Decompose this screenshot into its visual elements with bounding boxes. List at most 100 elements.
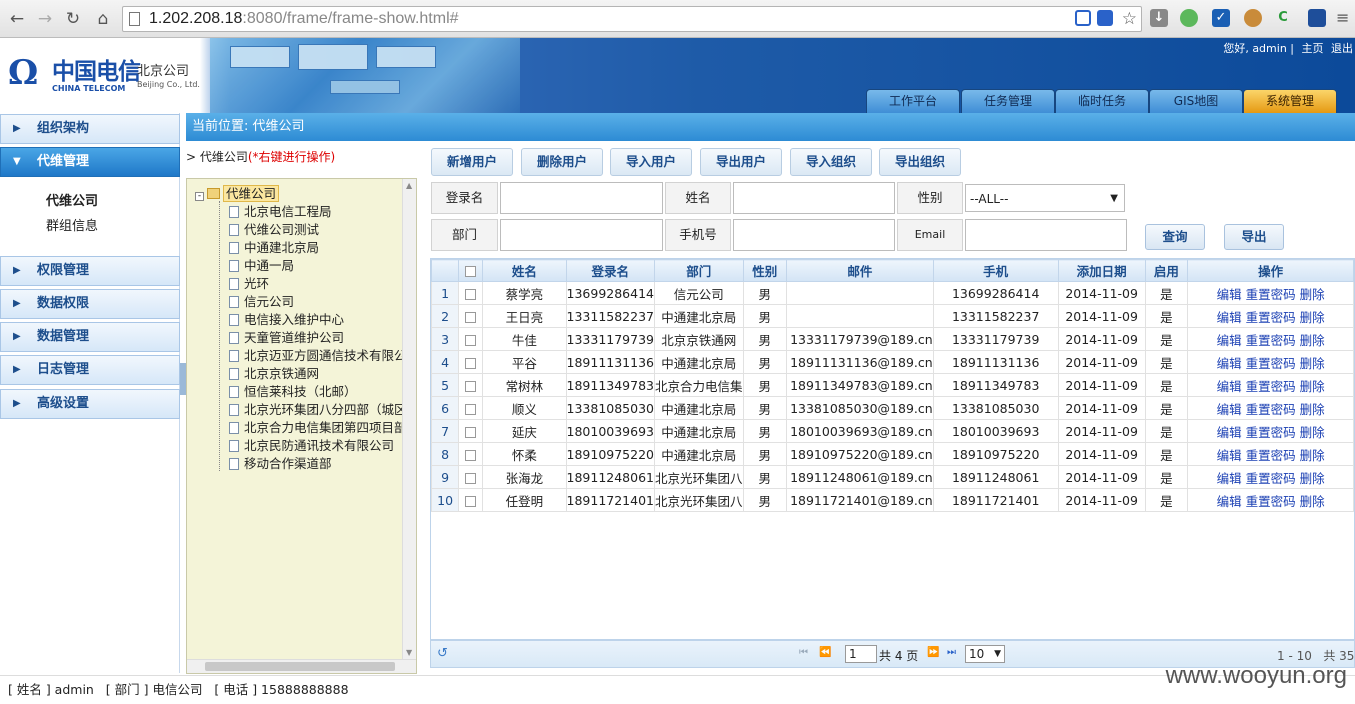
row-checkbox[interactable]	[465, 311, 477, 323]
sidebar-item-advanced[interactable]: ▶ 高级设置	[0, 389, 180, 419]
page-number-input[interactable]: 1	[845, 645, 877, 663]
tree-node[interactable]: 北京迈亚方圆通信技术有限公	[229, 347, 407, 365]
row-checkbox[interactable]	[465, 288, 477, 300]
phone-input[interactable]	[733, 219, 895, 251]
back-icon[interactable]: ←	[6, 8, 28, 30]
import-user-button[interactable]: 导入用户	[610, 148, 692, 176]
row-checkbox[interactable]	[465, 357, 477, 369]
status-dot-icon[interactable]	[1180, 9, 1198, 27]
name-input[interactable]	[733, 182, 895, 214]
row-select-cell[interactable]	[458, 396, 484, 420]
reset-password-link[interactable]: 重置密码	[1246, 379, 1296, 394]
collapse-icon[interactable]: -	[195, 192, 204, 201]
delete-link[interactable]: 删除	[1300, 448, 1325, 463]
delete-link[interactable]: 删除	[1300, 425, 1325, 440]
forward-icon[interactable]: →	[34, 8, 56, 30]
reset-password-link[interactable]: 重置密码	[1246, 310, 1296, 325]
tab-work-platform[interactable]: 工作平台	[866, 89, 960, 113]
edit-link[interactable]: 编辑	[1217, 471, 1242, 486]
sidebar-subitem-groups[interactable]: 群组信息	[46, 215, 98, 234]
column-header-email[interactable]: 邮件	[786, 259, 934, 282]
delete-link[interactable]: 删除	[1300, 379, 1325, 394]
select-all-checkbox[interactable]	[465, 266, 477, 277]
column-header-gender[interactable]: 性别	[742, 259, 788, 282]
reset-password-link[interactable]: 重置密码	[1246, 494, 1296, 509]
extension-window-icon[interactable]	[1308, 9, 1326, 27]
column-header-dept[interactable]: 部门	[654, 259, 744, 282]
row-select-cell[interactable]	[458, 327, 484, 351]
department-input[interactable]	[500, 219, 663, 251]
reset-password-link[interactable]: 重置密码	[1246, 333, 1296, 348]
delete-link[interactable]: 删除	[1300, 333, 1325, 348]
row-select-cell[interactable]	[458, 304, 484, 328]
tab-system-management[interactable]: 系统管理	[1243, 89, 1337, 113]
cookie-icon[interactable]	[1244, 9, 1262, 27]
export-button[interactable]: 导出	[1224, 224, 1284, 250]
row-checkbox[interactable]	[465, 495, 477, 507]
delete-link[interactable]: 删除	[1300, 356, 1325, 371]
logout-link[interactable]: 退出	[1331, 42, 1353, 55]
tree-node[interactable]: 代维公司测试	[229, 221, 319, 239]
delete-link[interactable]: 删除	[1300, 471, 1325, 486]
extension-c-icon[interactable]: C	[1274, 9, 1292, 27]
sidebar-item-data-management[interactable]: ▶ 数据管理	[0, 322, 180, 352]
tree-node[interactable]: 北京京铁通网	[229, 365, 319, 383]
refresh-icon[interactable]: ↺	[437, 646, 448, 661]
table-row[interactable]: 2 王日亮 13311582237 中通建北京局男 13311582237 2014-11…	[430, 304, 1354, 328]
row-checkbox[interactable]	[465, 380, 477, 392]
email-input[interactable]	[965, 219, 1127, 251]
tree-node[interactable]: 天童管道维护公司	[229, 329, 344, 347]
reset-password-link[interactable]: 重置密码	[1246, 356, 1296, 371]
table-row[interactable]: 8 怀柔 18910975220 中通建北京局男 18910975220@189.cn 1…	[430, 442, 1354, 466]
login-name-input[interactable]	[500, 182, 663, 214]
column-header-login[interactable]: 登录名	[565, 259, 656, 282]
row-checkbox[interactable]	[465, 334, 477, 346]
last-page-icon[interactable]: ⏭	[947, 647, 956, 658]
tree-node[interactable]: 北京电信工程局	[229, 203, 332, 221]
reset-password-link[interactable]: 重置密码	[1246, 402, 1296, 417]
select-all-header[interactable]	[458, 259, 484, 282]
tree-node[interactable]: 北京合力电信集团第四项目部	[229, 419, 407, 437]
gender-select[interactable]: --ALL-- ▼	[965, 184, 1125, 212]
tree-horizontal-scrollbar[interactable]	[187, 659, 416, 673]
delete-link[interactable]: 删除	[1300, 287, 1325, 302]
row-select-cell[interactable]	[458, 465, 484, 489]
reload-icon[interactable]: ↻	[62, 8, 84, 30]
shield-icon[interactable]	[1097, 10, 1113, 26]
row-select-cell[interactable]	[458, 442, 484, 466]
table-row[interactable]: 10 任登明 18911721401 北京光环集团八男 18911721401@189.…	[430, 488, 1354, 512]
edit-link[interactable]: 编辑	[1217, 402, 1242, 417]
edit-link[interactable]: 编辑	[1217, 425, 1242, 440]
menu-icon[interactable]: ≡	[1336, 8, 1352, 27]
tree-node[interactable]: 北京光环集团八分四部（城区	[229, 401, 407, 419]
sidebar-item-data-permissions[interactable]: ▶ 数据权限	[0, 289, 180, 319]
rss-icon[interactable]	[1075, 10, 1091, 26]
row-select-cell[interactable]	[458, 488, 484, 512]
row-checkbox[interactable]	[465, 426, 477, 438]
scroll-down-icon[interactable]: ▼	[406, 648, 412, 657]
home-link[interactable]: 主页	[1302, 42, 1324, 55]
scroll-thumb[interactable]	[205, 662, 395, 671]
tree-root[interactable]: - 代维公司	[195, 185, 280, 203]
scroll-up-icon[interactable]: ▲	[406, 181, 412, 190]
page-size-select[interactable]: 10 ▼	[965, 645, 1005, 663]
delete-user-button[interactable]: 删除用户	[521, 148, 603, 176]
delete-link[interactable]: 删除	[1300, 310, 1325, 325]
first-page-icon[interactable]: ⏮	[799, 647, 808, 658]
table-row[interactable]: 7 延庆 18010039693 中通建北京局男 18010039693@189.cn 1…	[430, 419, 1354, 443]
sidebar-item-logs[interactable]: ▶ 日志管理	[0, 355, 180, 385]
sidebar-item-maintenance[interactable]: ▼ 代维管理	[0, 147, 180, 177]
tree-node[interactable]: 电信接入维护中心	[229, 311, 344, 329]
add-user-button[interactable]: 新增用户	[431, 148, 513, 176]
tree-node[interactable]: 中通建北京局	[229, 239, 319, 257]
sidebar-item-org-structure[interactable]: ▶ 组织架构	[0, 114, 180, 144]
tree-node[interactable]: 恒信莱科技（北邮）	[229, 383, 357, 401]
table-row[interactable]: 3 牛佳 13331179739 北京京铁通网男 13331179739@189.cn 1…	[430, 327, 1354, 351]
extension-check-icon[interactable]: ✓	[1212, 9, 1230, 27]
edit-link[interactable]: 编辑	[1217, 333, 1242, 348]
row-checkbox[interactable]	[465, 472, 477, 484]
next-page-icon[interactable]: ⏩	[927, 647, 939, 658]
row-select-cell[interactable]	[458, 419, 484, 443]
row-checkbox[interactable]	[465, 449, 477, 461]
export-user-button[interactable]: 导出用户	[700, 148, 782, 176]
